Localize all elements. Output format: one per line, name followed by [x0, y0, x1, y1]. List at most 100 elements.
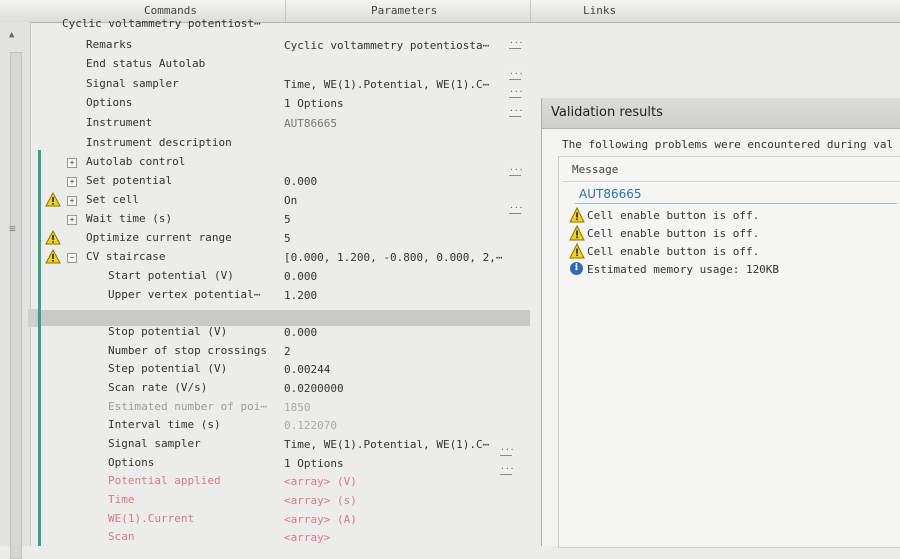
row-value[interactable]: AUT86665	[284, 117, 337, 130]
warning-icon	[569, 243, 585, 259]
grip-icon[interactable]: ≡	[9, 222, 16, 235]
dialog-title: Validation results	[551, 105, 663, 120]
row-value[interactable]: 1.200	[284, 289, 317, 302]
warning-icon	[45, 230, 61, 245]
row-name: Scan rate (V/s)	[108, 381, 208, 394]
tree-row-signal-sampler[interactable]: Signal sampler Time, WE(1).Potential, WE…	[36, 75, 530, 98]
dialog-intro-text: The following problems were encountered …	[562, 138, 894, 151]
column-separator	[530, 0, 531, 22]
dialog-title-bar[interactable]: Validation results	[542, 98, 900, 129]
row-value[interactable]: 5	[284, 232, 291, 245]
row-name: Instrument	[86, 116, 153, 129]
row-value[interactable]: 1 Options	[284, 457, 344, 470]
row-name: End status Autolab	[86, 57, 206, 70]
row-value[interactable]: <array> (V)	[284, 475, 357, 488]
links-column-header[interactable]: Links	[583, 4, 616, 17]
row-value[interactable]: 0.00244	[284, 363, 330, 376]
row-name: Stop potential (V)	[108, 325, 228, 338]
row-name: WE(1).Current	[108, 512, 195, 525]
row-name: Scan	[108, 530, 135, 543]
ellipsis-button[interactable]: ···	[509, 39, 523, 49]
tree-row-potential-applied[interactable]: Potential applied <array> (V)	[36, 472, 530, 490]
message-text: Cell enable button is off.	[587, 227, 760, 240]
tree-row-interval-time: Interval time (s) 0.122070	[36, 416, 530, 434]
row-value[interactable]: [0.000, 1.200, -0.800, 0.000, 2,⋯	[284, 251, 503, 264]
collapse-icon[interactable]: −	[67, 253, 77, 263]
tree-row-set-potential[interactable]: + Set potential 0.000	[36, 172, 530, 190]
warning-icon	[45, 192, 61, 207]
row-value[interactable]: 0.000	[284, 326, 317, 339]
tree-row-autolab-control[interactable]: + Autolab control ···	[36, 153, 530, 176]
row-value[interactable]: On	[284, 194, 297, 207]
tree-row-start-potential[interactable]: Start potential (V) 0.000	[36, 267, 530, 285]
expand-icon[interactable]: +	[67, 158, 77, 168]
tree-row-upper-vertex-potential[interactable]: Upper vertex potential⋯ 1.200	[36, 286, 530, 304]
tree-row-instrument[interactable]: Instrument AUT86665	[36, 114, 530, 132]
tree-row-set-cell[interactable]: + Set cell On ···	[36, 191, 530, 214]
tree-row-optimize-current-range[interactable]: Optimize current range 5	[36, 229, 530, 247]
row-value[interactable]: 0.000	[284, 270, 317, 283]
row-name: Interval time (s)	[108, 418, 221, 431]
row-name: Signal sampler	[108, 437, 201, 450]
row-name: CV staircase	[86, 250, 166, 263]
tree-row-we1-current[interactable]: WE(1).Current <array> (A)	[36, 510, 530, 528]
row-value[interactable]: 0.000	[284, 175, 317, 188]
expand-icon[interactable]: +	[67, 177, 77, 187]
tree-row-estimated-number-of-points: Estimated number of poi⋯ 1850	[36, 398, 530, 416]
row-name: Optimize current range	[86, 231, 232, 244]
row-name: Step potential (V)	[108, 362, 228, 375]
message-text: Cell enable button is off.	[587, 245, 760, 258]
row-value: 1850	[284, 401, 311, 414]
row-name: Set cell	[86, 193, 139, 206]
row-value[interactable]: 0.0200000	[284, 382, 344, 395]
tree-row-number-of-stop-crossings[interactable]: Number of stop crossings 2	[36, 342, 530, 360]
tree-row-remarks[interactable]: Remarks Cyclic voltammetry potentiosta⋯ …	[36, 36, 530, 54]
scrollbar-thumb[interactable]	[10, 52, 22, 559]
row-name: Remarks	[86, 38, 133, 51]
tree-row-scan-rate[interactable]: Scan rate (V/s) 0.0200000	[36, 379, 530, 397]
row-name: Potential applied	[108, 474, 221, 487]
left-scrollbar[interactable]: ▲ ≡	[0, 22, 31, 559]
message-column-header[interactable]: Message	[572, 163, 618, 176]
tree-row-instrument-description[interactable]: Instrument description	[36, 134, 530, 152]
row-name: Set potential	[86, 174, 173, 187]
row-value[interactable]: Time, WE(1).Potential, WE(1).C⋯	[284, 78, 489, 91]
row-name: Signal sampler	[86, 77, 179, 90]
tree-row-time[interactable]: Time <array> (s)	[36, 491, 530, 509]
expand-icon[interactable]: +	[67, 196, 77, 206]
row-value[interactable]: Time, WE(1).Potential, WE(1).C⋯	[284, 438, 489, 451]
row-value[interactable]: <array> (s)	[284, 494, 357, 507]
tree-row-stop-potential[interactable]: Stop potential (V) 0.000	[36, 323, 530, 341]
row-name: Time	[108, 493, 135, 506]
tree-row-scan[interactable]: Scan <array>	[36, 528, 530, 546]
row-value[interactable]: 5	[284, 213, 291, 226]
tree-row-step-potential[interactable]: Step potential (V) 0.00244	[36, 360, 530, 378]
divider	[575, 203, 897, 204]
divider	[563, 181, 900, 182]
instrument-group-label[interactable]: AUT86665	[579, 187, 642, 201]
tree-row-signal-sampler-2[interactable]: Signal sampler Time, WE(1).Potential, WE…	[36, 435, 530, 456]
procedure-tree: Cyclic voltammetry potentiost⋯ Remarks C…	[36, 15, 530, 546]
message-text: Estimated memory usage: 120KB	[587, 263, 780, 276]
row-value[interactable]: Cyclic voltammetry potentiosta⋯	[284, 39, 489, 52]
tree-row-cv-staircase[interactable]: − CV staircase [0.000, 1.200, -0.800, 0.…	[36, 248, 530, 266]
row-name: Estimated number of poi⋯	[108, 400, 267, 413]
warning-icon	[45, 249, 61, 264]
tree-row-options[interactable]: Options 1 Options ···	[36, 94, 530, 117]
row-value[interactable]: <array> (A)	[284, 513, 357, 526]
validation-results-dialog: Validation results The following problem…	[541, 98, 900, 548]
tree-row-end-status[interactable]: End status Autolab ···	[36, 55, 530, 80]
expand-icon[interactable]: +	[67, 215, 77, 225]
tree-root[interactable]: Cyclic voltammetry potentiost⋯	[36, 15, 530, 33]
warning-icon	[569, 207, 585, 223]
row-name: Upper vertex potential⋯	[108, 288, 261, 301]
tree-row-wait-time[interactable]: + Wait time (s) 5	[36, 210, 530, 228]
messages-panel: Message AUT86665 Cell enable button is o…	[558, 156, 900, 548]
tree-row-options-2[interactable]: Options 1 Options ···	[36, 454, 530, 475]
row-value[interactable]: <array>	[284, 531, 330, 544]
row-name: Instrument description	[86, 136, 232, 149]
row-value[interactable]: 2	[284, 345, 291, 358]
scroll-up-arrow-icon[interactable]: ▲	[9, 30, 14, 40]
warning-icon	[569, 225, 585, 241]
row-value[interactable]: 1 Options	[284, 97, 344, 110]
